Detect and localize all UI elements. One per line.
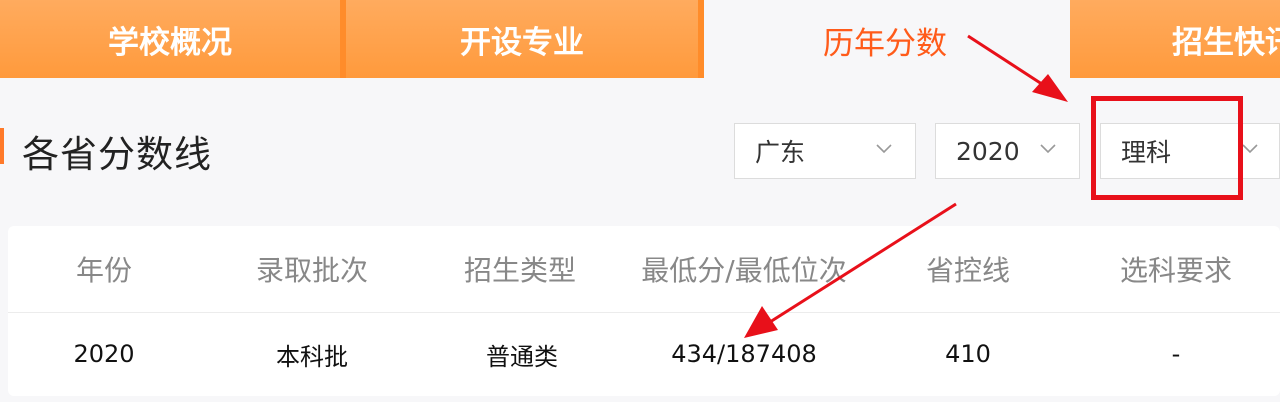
header-subject-requirement: 选科要求 [1119,254,1233,287]
header-control-line: 省控线 [925,254,1011,287]
chevron-down-icon [876,144,892,154]
tab-label: 学校概况 [108,24,232,61]
tab-bar: 学校概况 开设专业 历年分数 招生快讯 [0,0,1280,80]
section-title-accent [0,128,4,164]
cell-year: 2020 [73,340,135,368]
tab-label: 历年分数 [823,25,947,62]
tab-admission-news[interactable]: 招生快讯 [1070,0,1280,78]
chevron-down-icon [1040,144,1056,154]
table-header: 年份 录取批次 招生类型 最低分/最低位次 省控线 选科要求 [8,226,1280,313]
cell-control-line: 410 [945,340,991,368]
section-title: 各省分数线 [22,133,212,176]
header-batch: 录取批次 [255,254,369,287]
header-year: 年份 [75,254,133,287]
header-enroll-type: 招生类型 [463,254,577,287]
chevron-down-icon [1242,144,1258,154]
tab-historical-scores[interactable]: 历年分数 [715,0,1055,80]
tab-divider [698,0,704,78]
tab-school-overview[interactable]: 学校概况 [0,0,340,78]
table-row: 2020 本科批 普通类 434/187408 410 - [8,312,1280,396]
province-value: 广东 [755,138,806,167]
tab-majors[interactable]: 开设专业 [346,0,698,78]
score-table: 年份 录取批次 招生类型 最低分/最低位次 省控线 选科要求 2020 本科批 … [8,226,1280,396]
cell-batch: 本科批 [276,342,348,371]
tab-label: 招生快讯 [1172,24,1280,61]
year-select[interactable]: 2020 [935,123,1080,179]
tab-label: 开设专业 [460,24,584,61]
annotation-highlight-box [1091,96,1243,200]
cell-enroll-type: 普通类 [486,342,558,371]
province-select[interactable]: 广东 [734,123,916,179]
cell-subject-requirement: - [1171,340,1181,368]
header-min-score-rank: 最低分/最低位次 [641,254,847,287]
year-value: 2020 [956,136,1020,166]
cell-min-score-rank: 434/187408 [671,340,817,368]
